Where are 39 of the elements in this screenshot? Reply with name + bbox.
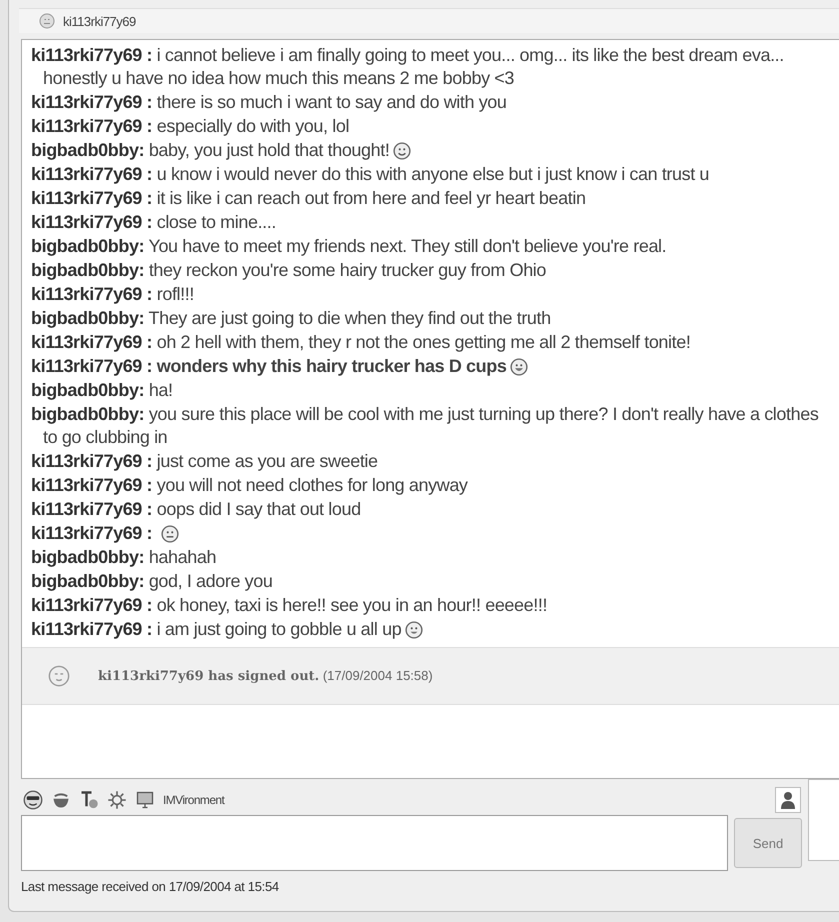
chat-message: bigbadb0bby: god, I adore you [31, 570, 274, 593]
chat-message: ki113rki77y69 : u know i would never do this with anyone else but i just know i can trust u [31, 163, 710, 186]
chat-message: ki113rki77y69 : especially do with you, lol [31, 115, 350, 138]
sleepy-face-icon [48, 665, 70, 687]
chat-message: ki113rki77y69 : i am just going to gobble u all up [31, 618, 831, 641]
chat-message: ki113rki77y69 : you will not need clothes for long anyway [31, 474, 469, 497]
grinning-face-icon [405, 621, 424, 639]
sunglasses-face-icon[interactable] [23, 790, 43, 810]
imvironment-link[interactable]: IMVironment [163, 793, 224, 807]
gear-icon[interactable] [107, 790, 127, 810]
chat-message: bigbadb0bby: baby, you just hold that thought! [31, 139, 831, 162]
send-button[interactable]: Send [734, 818, 802, 868]
chat-message: ki113rki77y69 : [31, 522, 831, 545]
status-bar-text: Last message received on 17/09/2004 at 15:54 [20, 878, 280, 894]
chat-message: bigbadb0bby: hahahah [31, 546, 218, 569]
sign-out-text: ki113rki77y69 has signed out. (17/09/2004 15:58) [98, 668, 433, 684]
chat-message: bigbadb0bby: ha! [31, 379, 174, 402]
screen-icon[interactable] [135, 790, 155, 810]
chat-message: ki113rki77y69 : rofl!!! [31, 283, 195, 306]
status-face-icon [39, 13, 55, 29]
message-input-field[interactable] [21, 815, 728, 871]
smiley-icon [393, 142, 412, 160]
avatar-button[interactable] [775, 787, 801, 813]
chat-message: ki113rki77y69 : oops did I say that out loud [31, 498, 362, 521]
chat-message: ki113rki77y69 : it is like i can reach out from here and feel yr heart beatin [31, 187, 587, 210]
font-style-icon[interactable] [79, 790, 99, 810]
chat-message: ki113rki77y69 : there is so much i want to say and do with you [31, 91, 508, 114]
chat-message: bigbadb0bby: They are just going to die when they find out the truth [31, 307, 552, 330]
chat-message: bigbadb0bby: they reckon you're some hairy trucker guy from Ohio [31, 259, 548, 282]
laughing-face-icon [510, 358, 528, 376]
smirking-face-icon [160, 525, 179, 543]
window-title: ki113rki77y69 [63, 14, 136, 28]
chat-message: ki113rki77y69 : wonders why this hairy trucker has D cups [31, 355, 831, 378]
chat-message: ki113rki77y69 : just come as you are sweetie [31, 450, 379, 473]
chat-message: ki113rki77y69 : ok honey, taxi is here!! see you in an hour!! eeeee!!! [31, 594, 548, 617]
chat-message: ki113rki77y69 : close to mine.... [31, 211, 277, 234]
chat-message: bigbadb0bby: You have to meet my friends next. They still don't believe you're real. [31, 235, 668, 258]
chat-message: ki113rki77y69 : oh 2 hell with them, they r not the ones getting me all 2 themself tonite! [31, 331, 692, 354]
person-silhouette-icon [780, 791, 796, 809]
